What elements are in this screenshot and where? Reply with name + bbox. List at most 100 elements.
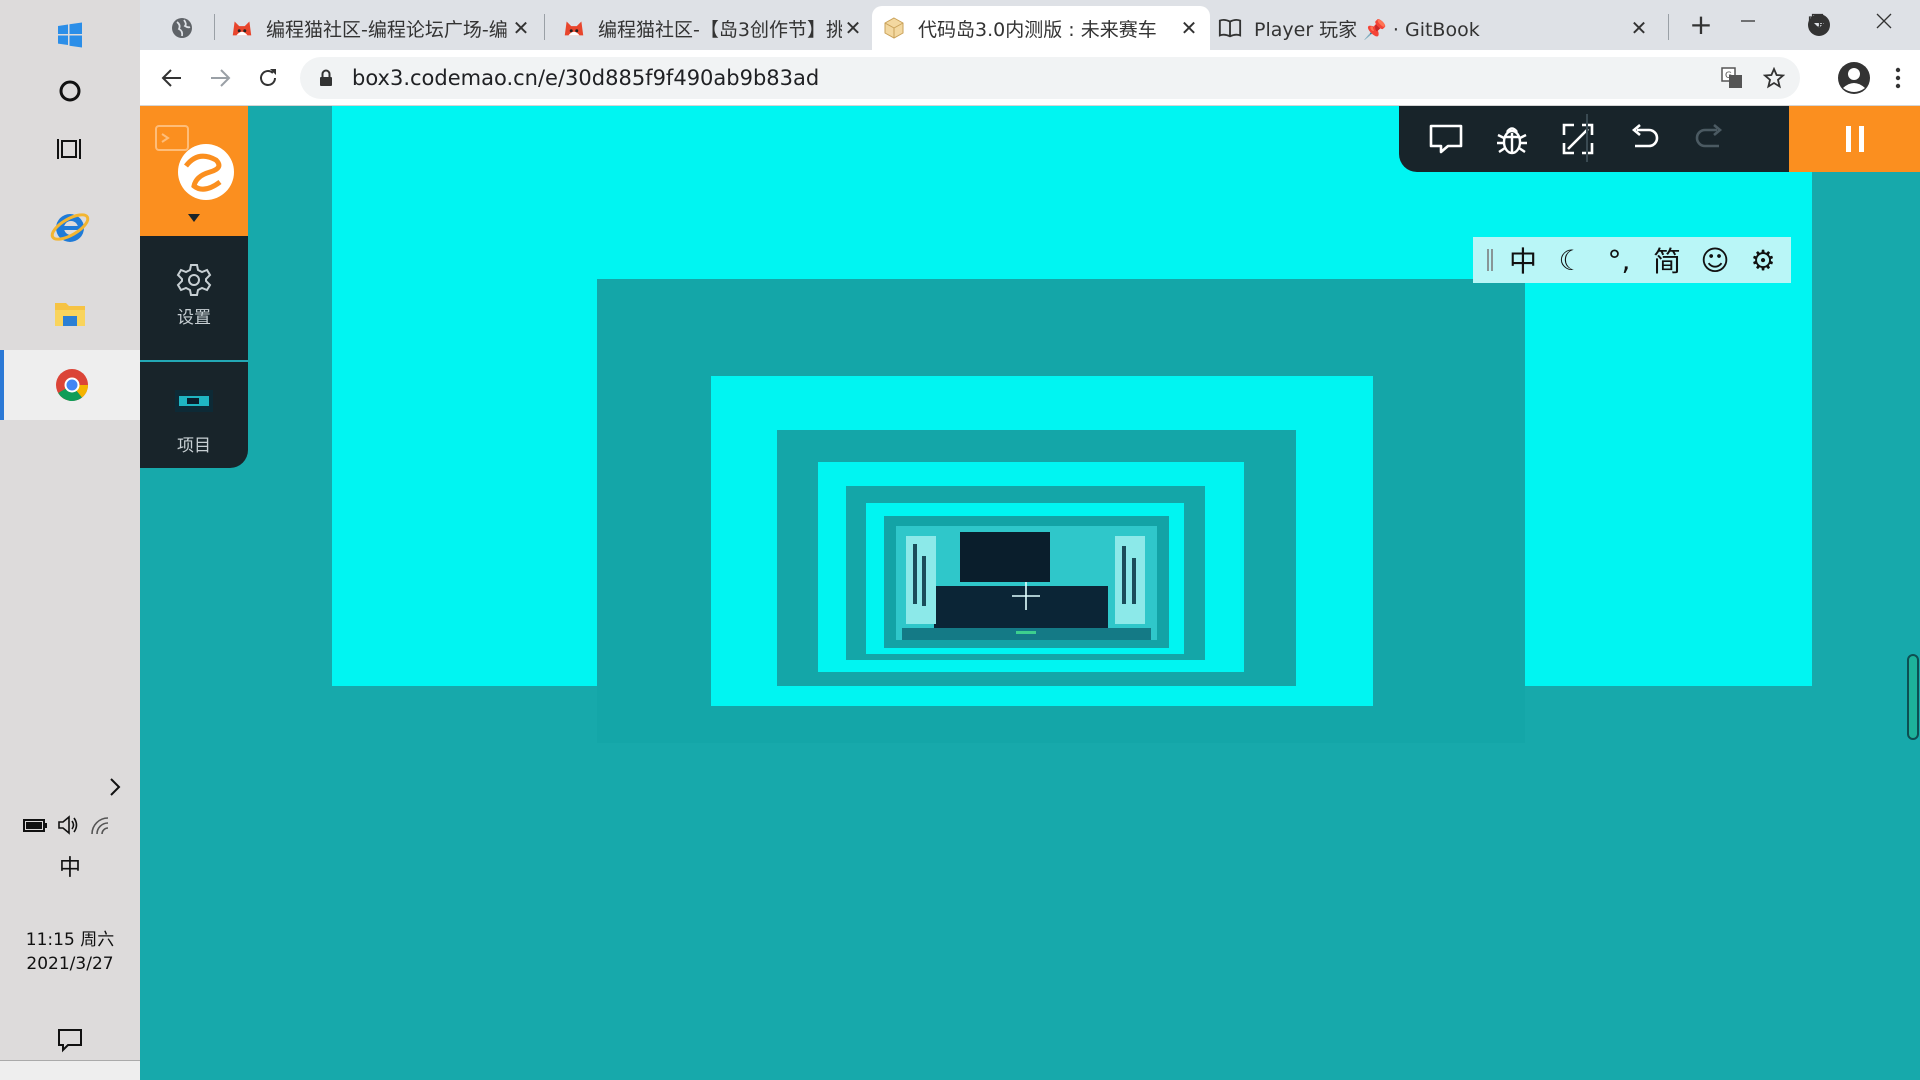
box3-cube-icon xyxy=(882,16,906,40)
taskbar-file-explorer[interactable] xyxy=(0,278,140,348)
taskbar-bottom-edge xyxy=(0,1060,140,1080)
kebab-menu-icon xyxy=(1895,67,1901,89)
tab-close-icon[interactable]: ✕ xyxy=(1178,16,1200,40)
tab-codemao-festival[interactable]: 编程猫社区-【岛3创作节】挑 ✕ xyxy=(552,6,874,50)
reload-icon xyxy=(260,69,276,86)
tab-separator xyxy=(214,14,215,40)
svg-text:G: G xyxy=(1725,71,1732,81)
volume-icon[interactable] xyxy=(56,814,80,836)
chat-button[interactable] xyxy=(1425,118,1467,160)
redo-icon xyxy=(1695,124,1723,148)
ime-punctuation-mode[interactable]: °, xyxy=(1595,237,1643,283)
side-panel-project[interactable]: 项目 xyxy=(140,368,248,468)
ime-simplified-mode[interactable]: 简 xyxy=(1643,237,1691,283)
tab-title: 编程猫社区-【岛3创作节】挑 xyxy=(598,18,842,41)
tab-title: 编程猫社区-编程论坛广场-编 xyxy=(266,18,508,41)
ime-emoji-icon[interactable]: ☺ xyxy=(1691,237,1739,283)
distant-pillar-pattern xyxy=(922,556,926,606)
page-scrollbar-thumb[interactable] xyxy=(1907,654,1919,740)
wifi-icon[interactable] xyxy=(88,814,112,836)
clock-date: 2021/3/27 xyxy=(26,954,114,974)
forward-button[interactable] xyxy=(202,60,238,96)
chrome-icon xyxy=(56,369,88,401)
chat-bubble-icon xyxy=(1429,124,1463,154)
pause-icon xyxy=(1845,126,1864,152)
tab-close-icon[interactable]: ✕ xyxy=(510,16,532,40)
close-window-button[interactable] xyxy=(1850,0,1918,42)
project-thumbnail-icon xyxy=(175,390,213,412)
profile-avatar-button[interactable] xyxy=(1836,60,1872,96)
windows-logo-icon xyxy=(58,22,82,48)
minimize-button[interactable] xyxy=(1714,0,1782,42)
ime-chinese-mode[interactable]: 中 xyxy=(1499,237,1547,283)
browser-tab-strip: 编程猫社区-编程论坛广场-编 ✕ 编程猫社区-【岛3创作节】挑 ✕ 代码岛3.0… xyxy=(140,0,1920,50)
task-view-button[interactable] xyxy=(0,114,140,184)
windows-taskbar: 中 11:15 周六 2021/3/27 xyxy=(0,0,140,1080)
distant-pillar-pattern xyxy=(1122,546,1126,604)
battery-icon[interactable] xyxy=(22,816,48,834)
clock-time: 11:15 周六 xyxy=(25,930,115,950)
address-bar[interactable]: box3.codemao.cn/e/30d885f9f490ab9b83ad G xyxy=(300,57,1800,99)
ime-halfwidth-moon-icon[interactable]: ☾ xyxy=(1547,237,1595,283)
tab-gitbook[interactable]: Player 玩家 📌 · GitBook ✕ xyxy=(1208,6,1660,50)
reload-button[interactable] xyxy=(250,60,286,96)
taskbar-internet-explorer[interactable] xyxy=(0,192,140,262)
notification-icon xyxy=(58,1029,82,1053)
tab-pinned-globe[interactable] xyxy=(160,6,212,50)
tab-separator xyxy=(544,14,545,40)
ime-settings-gear-icon[interactable]: ⚙ xyxy=(1739,237,1787,283)
tab-close-icon[interactable]: ✕ xyxy=(1628,16,1650,40)
browser-toolbar: box3.codemao.cn/e/30d885f9f490ab9b83ad G xyxy=(140,50,1920,106)
avatar-icon xyxy=(1838,62,1870,94)
arrow-left-icon xyxy=(161,69,181,87)
debug-button[interactable] xyxy=(1491,118,1533,160)
task-view-icon xyxy=(57,139,81,159)
distant-pillar-right xyxy=(1115,536,1145,624)
side-panel-settings[interactable]: 设置 xyxy=(140,252,248,356)
distant-track-mark xyxy=(1016,631,1036,634)
system-tray xyxy=(22,808,132,842)
ime-language-indicator[interactable]: 中 xyxy=(0,850,140,884)
system-clock[interactable]: 11:15 周六 2021/3/27 xyxy=(0,928,140,976)
toolbar-divider xyxy=(1586,114,1588,162)
lock-icon[interactable] xyxy=(316,68,336,88)
file-explorer-folder-icon xyxy=(55,303,85,326)
back-button[interactable] xyxy=(154,60,190,96)
codemao-cat-icon xyxy=(230,16,254,40)
taskbar-chrome[interactable] xyxy=(0,350,140,420)
codemao-logo-icon xyxy=(155,125,234,222)
undo-button[interactable] xyxy=(1623,118,1665,160)
distant-dark-block xyxy=(934,586,1108,628)
close-icon xyxy=(1876,13,1892,29)
globe-icon xyxy=(170,16,194,40)
undo-icon xyxy=(1631,124,1659,148)
arrow-right-icon xyxy=(211,69,231,87)
panel-divider xyxy=(140,360,248,362)
distant-pillar-pattern xyxy=(913,544,917,604)
restore-icon xyxy=(1808,13,1824,28)
browser-menu-button[interactable] xyxy=(1886,60,1910,96)
redo-button[interactable] xyxy=(1689,118,1731,160)
tab-close-icon[interactable]: ✕ xyxy=(842,16,864,40)
codemao-cat-icon xyxy=(562,16,586,40)
gitbook-icon xyxy=(1218,16,1242,40)
settings-label: 设置 xyxy=(177,308,211,328)
project-label: 项目 xyxy=(177,436,211,456)
new-tab-button[interactable]: + xyxy=(1686,11,1716,42)
ime-drag-handle[interactable] xyxy=(1481,237,1499,283)
gear-icon xyxy=(176,264,212,296)
codemao-side-panel: 设置 项目 xyxy=(140,106,248,468)
tab-box3-active[interactable]: 代码岛3.0内测版 : 未来赛车 ✕ xyxy=(872,6,1210,50)
translate-icon[interactable]: G xyxy=(1716,62,1748,94)
bookmark-star-icon[interactable] xyxy=(1758,62,1790,94)
fullscreen-button[interactable] xyxy=(1557,118,1599,160)
url-text[interactable]: box3.codemao.cn/e/30d885f9f490ab9b83ad xyxy=(352,66,1716,90)
minimize-icon xyxy=(1741,20,1755,22)
bug-icon xyxy=(1497,127,1527,155)
distant-dark-block xyxy=(960,532,1050,582)
tab-codemao-forum[interactable]: 编程猫社区-编程论坛广场-编 ✕ xyxy=(220,6,542,50)
codemao-logo-button[interactable] xyxy=(140,106,248,236)
restore-button[interactable] xyxy=(1782,0,1850,42)
tray-expand-chevron-icon[interactable] xyxy=(100,772,130,802)
pause-button[interactable] xyxy=(1789,106,1920,172)
